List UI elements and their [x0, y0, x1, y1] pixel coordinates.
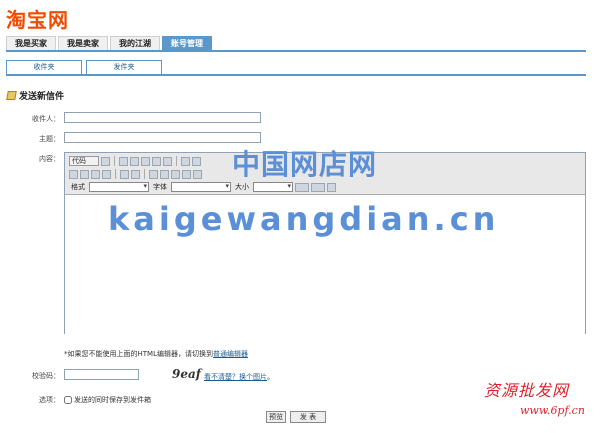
- rule-icon[interactable]: [171, 169, 180, 179]
- section-title-text: 发送新信件: [19, 92, 65, 102]
- code-button[interactable]: 代码: [69, 156, 99, 166]
- tab-buyer[interactable]: 我是买家: [6, 36, 56, 50]
- special-char-icon[interactable]: [193, 169, 202, 179]
- redo-icon[interactable]: [192, 156, 201, 166]
- save-to-outbox-checkbox[interactable]: [64, 396, 72, 404]
- paste-text-icon[interactable]: [152, 156, 161, 166]
- save-to-outbox-option[interactable]: 发送的同时保存到发件箱: [64, 395, 151, 405]
- format-select[interactable]: [89, 182, 149, 192]
- maximize-icon[interactable]: [327, 182, 336, 192]
- section-title: 发送新信件: [6, 89, 65, 102]
- watermark-site-name: 资源批发网: [484, 381, 570, 400]
- mail-sub-tabs: 收件夹 发件夹: [6, 60, 586, 76]
- smiley-icon[interactable]: [182, 169, 191, 179]
- text-color-icon[interactable]: [295, 182, 309, 192]
- font-select[interactable]: [171, 182, 231, 192]
- align-justify-icon[interactable]: [102, 169, 111, 179]
- toolbar-divider: [115, 169, 116, 179]
- captcha-suffix: 。: [267, 373, 274, 381]
- size-select[interactable]: [253, 182, 293, 192]
- save-to-outbox-label: 发送的同时保存到发件箱: [74, 396, 151, 404]
- content-label: 内容：: [39, 155, 60, 163]
- tab-account-management[interactable]: 账号管理: [162, 36, 212, 50]
- tab-jianghu[interactable]: 我的江湖: [110, 36, 160, 50]
- align-left-icon[interactable]: [69, 169, 78, 179]
- captcha-refresh: 看不清楚？换个图片。: [204, 372, 274, 382]
- cut-icon[interactable]: [119, 156, 128, 166]
- captcha-image: 9eaf: [172, 367, 201, 381]
- taobao-logo[interactable]: 淘宝网: [6, 4, 69, 33]
- main-nav-tabs: 我是买家 我是卖家 我的江湖 账号管理: [6, 36, 586, 52]
- copy-icon[interactable]: [130, 156, 139, 166]
- toolbar-divider: [176, 156, 177, 166]
- font-label: 字体: [153, 183, 167, 191]
- plain-editor-link[interactable]: 普通编辑器: [213, 350, 248, 358]
- captcha-refresh-link[interactable]: 看不清楚？换个图片: [204, 373, 267, 381]
- link-icon[interactable]: [120, 169, 129, 179]
- subject-input[interactable]: [64, 132, 261, 143]
- code-label: 校验码：: [32, 372, 60, 380]
- unlink-icon[interactable]: [131, 169, 140, 179]
- format-label: 格式: [71, 183, 85, 191]
- toolbar-divider: [114, 156, 115, 166]
- watermark-cn: 中国网店网: [232, 148, 378, 181]
- subject-label: 主题：: [39, 135, 60, 143]
- new-doc-icon[interactable]: [101, 156, 110, 166]
- bg-color-icon[interactable]: [311, 182, 325, 192]
- editor-note: *如果您不能使用上面的HTML编辑器，请切换到普通编辑器: [64, 349, 248, 359]
- submit-button[interactable]: 发 表: [290, 411, 326, 423]
- options-label: 选项：: [39, 396, 60, 404]
- watermark-en: kaigewangdian.cn: [108, 200, 500, 238]
- tab-seller[interactable]: 我是卖家: [58, 36, 108, 50]
- tab-outbox[interactable]: 发件夹: [86, 60, 162, 74]
- align-center-icon[interactable]: [80, 169, 89, 179]
- recipient-label: 收件人：: [32, 115, 60, 123]
- paste-word-icon[interactable]: [163, 156, 172, 166]
- preview-button[interactable]: 预览: [266, 411, 286, 423]
- image-icon[interactable]: [149, 169, 158, 179]
- pencil-icon: [6, 91, 17, 100]
- recipient-input[interactable]: [64, 112, 261, 123]
- tab-inbox[interactable]: 收件夹: [6, 60, 82, 74]
- watermark-site-url: www.6pf.cn: [520, 404, 585, 417]
- paste-icon[interactable]: [141, 156, 150, 166]
- size-label: 大小: [235, 183, 249, 191]
- toolbar-divider: [144, 169, 145, 179]
- editor-note-text: *如果您不能使用上面的HTML编辑器，请切换到: [64, 350, 213, 358]
- captcha-input[interactable]: [64, 369, 139, 380]
- table-icon[interactable]: [160, 169, 169, 179]
- undo-icon[interactable]: [181, 156, 190, 166]
- align-right-icon[interactable]: [91, 169, 100, 179]
